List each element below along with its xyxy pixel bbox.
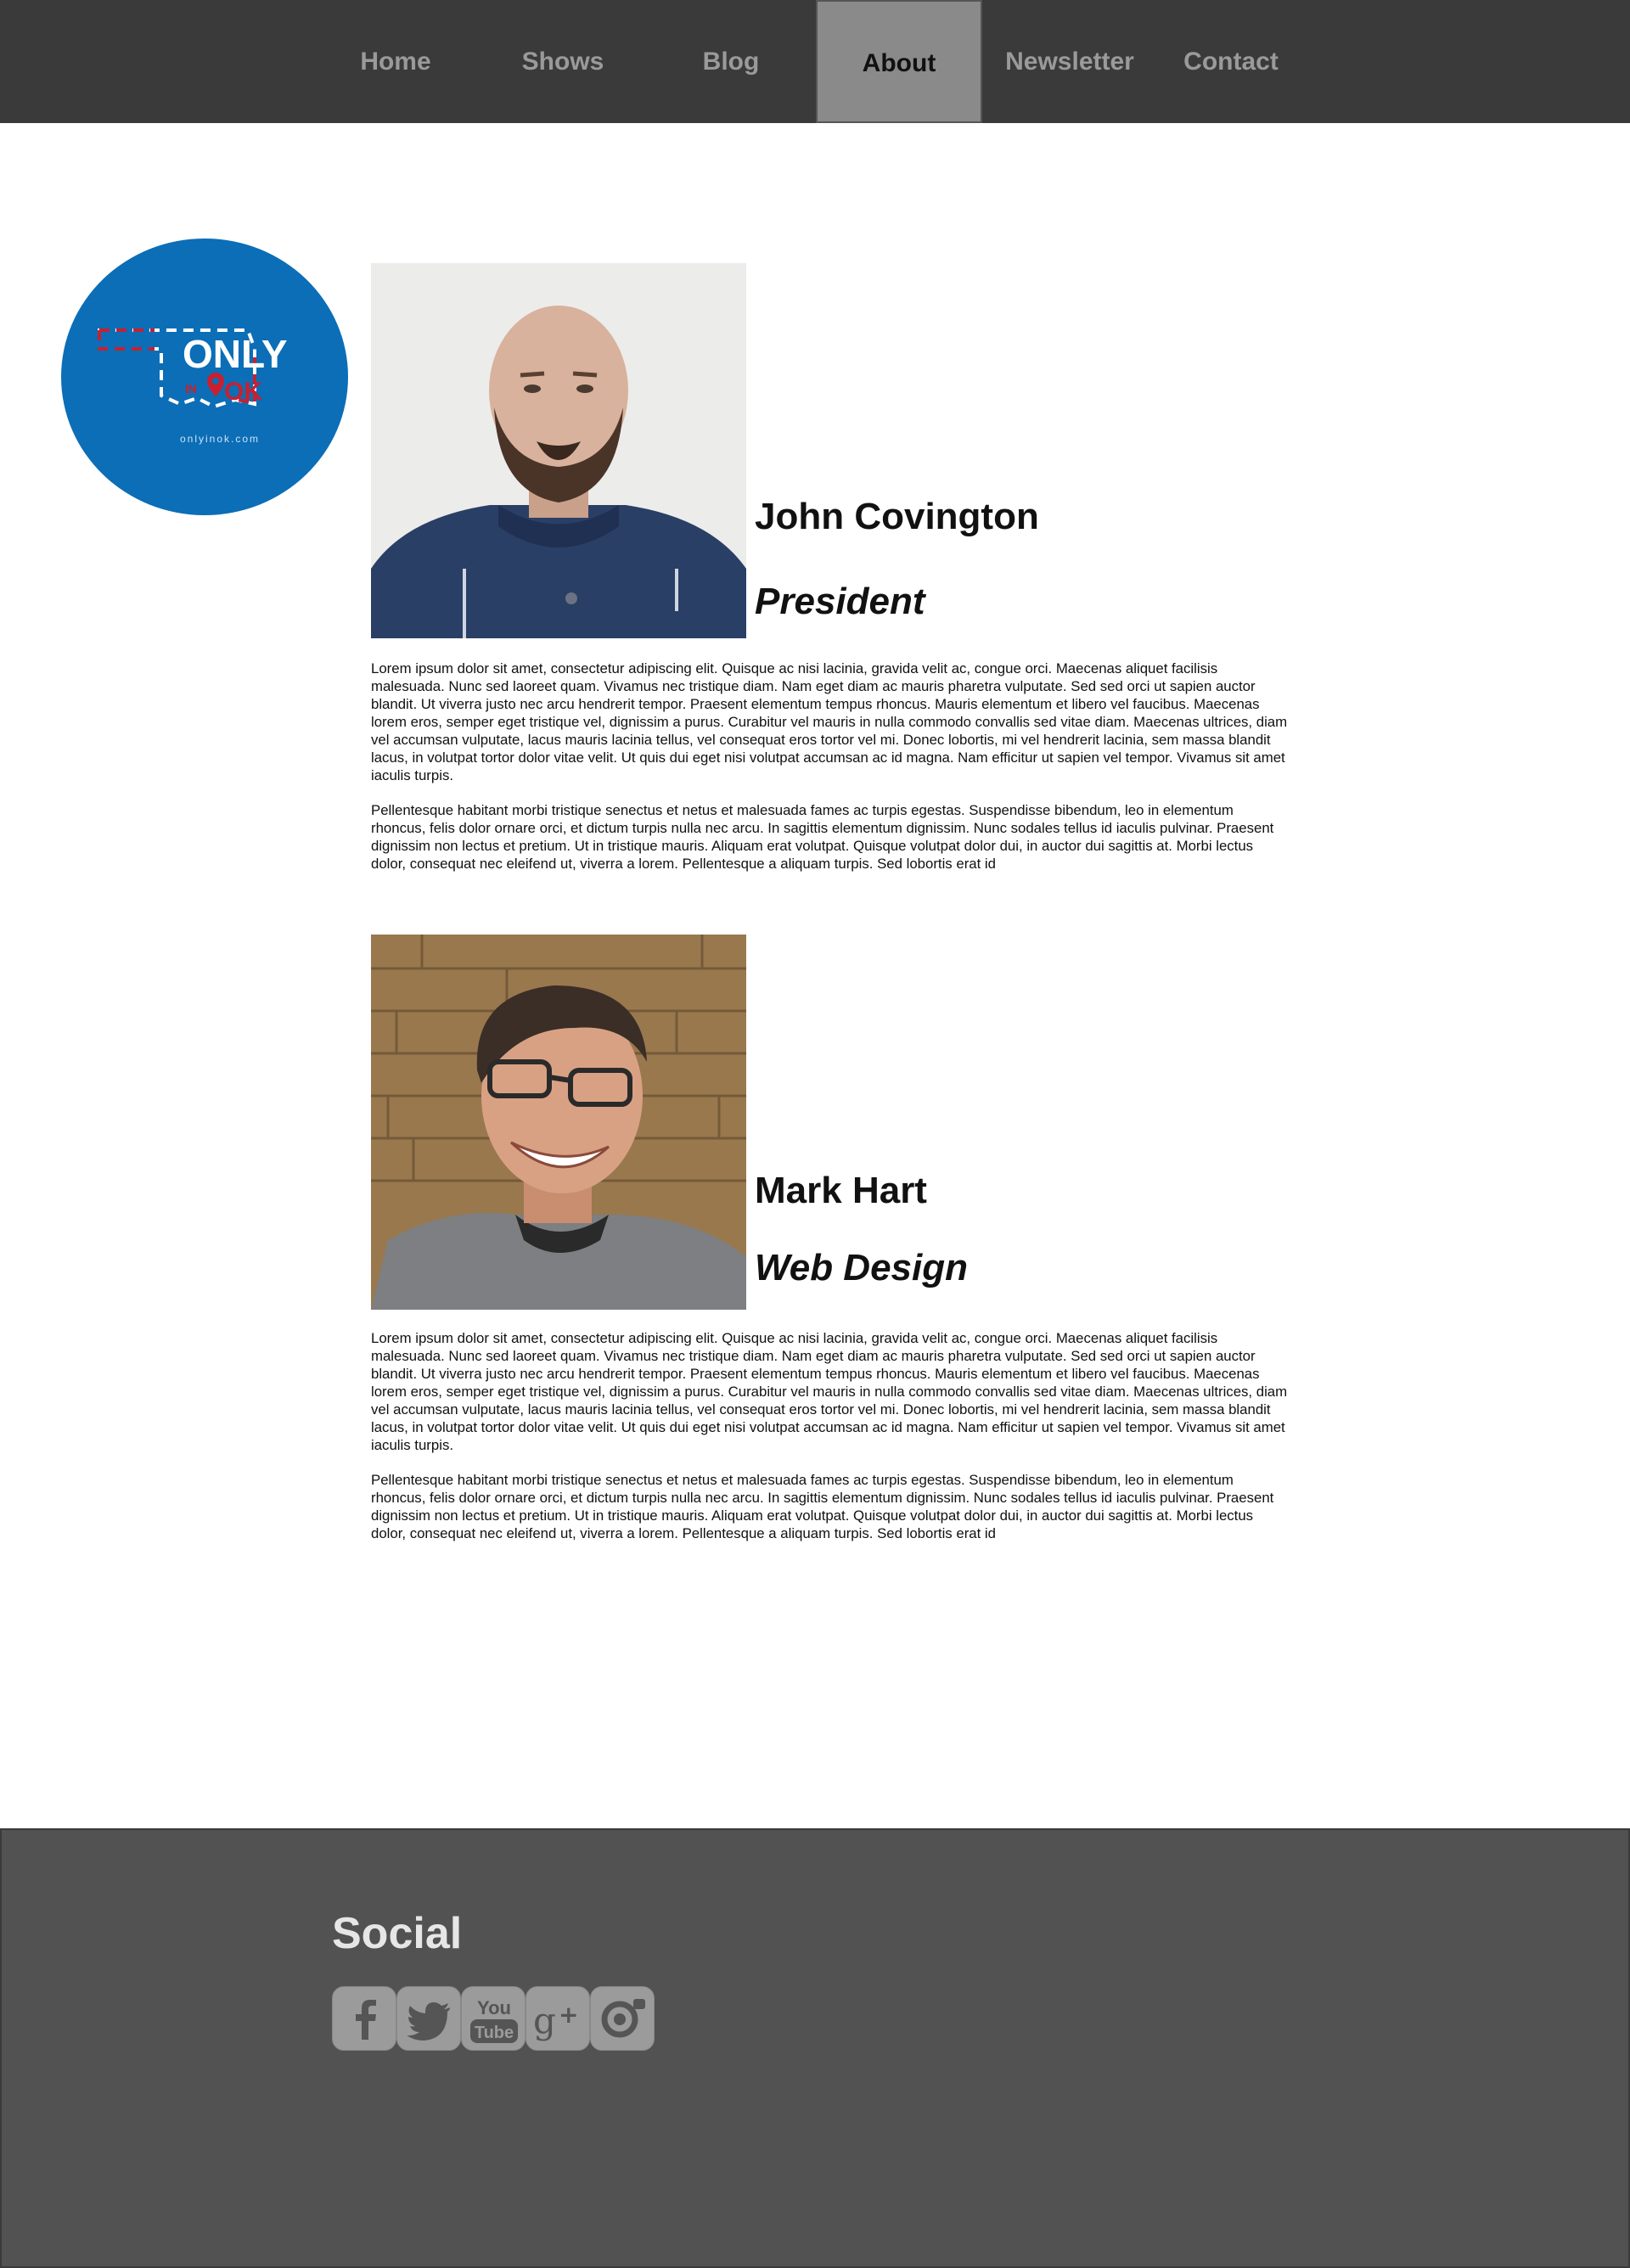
member-name: Mark Hart [755,1170,927,1211]
google-plus-icon[interactable]: g + [526,1986,590,2051]
footer: Social You Tube g + [0,1828,1630,2268]
nav-home[interactable]: Home [328,0,464,123]
member-photo [371,263,746,638]
nav-contact[interactable]: Contact [1163,0,1299,123]
logo-wordmark-in: IN [185,382,197,396]
bio-paragraph: Pellentesque habitant morbi tristique se… [371,1472,1274,1541]
youtube-icon[interactable]: You Tube [461,1986,526,2051]
twitter-icon[interactable] [396,1986,461,2051]
member-role: President [755,581,925,622]
svg-text:Tube: Tube [475,2024,514,2042]
bio-paragraph: Pellentesque habitant morbi tristique se… [371,802,1274,872]
logo-wordmark-only: ONLY [183,332,288,376]
logo-wordmark-ok: OK [224,378,262,406]
nav-newsletter[interactable]: Newsletter [993,0,1146,123]
instagram-icon[interactable] [590,1986,655,2051]
nav-shows[interactable]: Shows [495,0,631,123]
member-bio: Lorem ipsum dolor sit amet, consectetur … [371,1329,1288,1542]
nav-about[interactable]: About [816,0,982,123]
nav-blog[interactable]: Blog [663,0,799,123]
member-photo [371,935,746,1310]
bio-paragraph: Lorem ipsum dolor sit amet, consectetur … [371,1330,1288,1453]
top-nav: Home Shows Blog About Newsletter Contact [0,0,1630,123]
social-heading: Social [332,1909,463,1958]
member-bio: Lorem ipsum dolor sit amet, consectetur … [371,660,1288,873]
logo-url: onlyinok.com [180,433,260,445]
member-role: Web Design [755,1247,969,1288]
svg-text:g: g [533,2000,556,2041]
svg-text:You: You [477,1997,511,2018]
facebook-icon[interactable] [332,1986,396,2051]
svg-text:+: + [559,2001,578,2029]
bio-paragraph: Lorem ipsum dolor sit amet, consectetur … [371,660,1288,783]
only-in-ok-logo[interactable]: ONLY IN OK onlyinok.com [61,239,348,515]
member-name: John Covington [755,496,1039,537]
